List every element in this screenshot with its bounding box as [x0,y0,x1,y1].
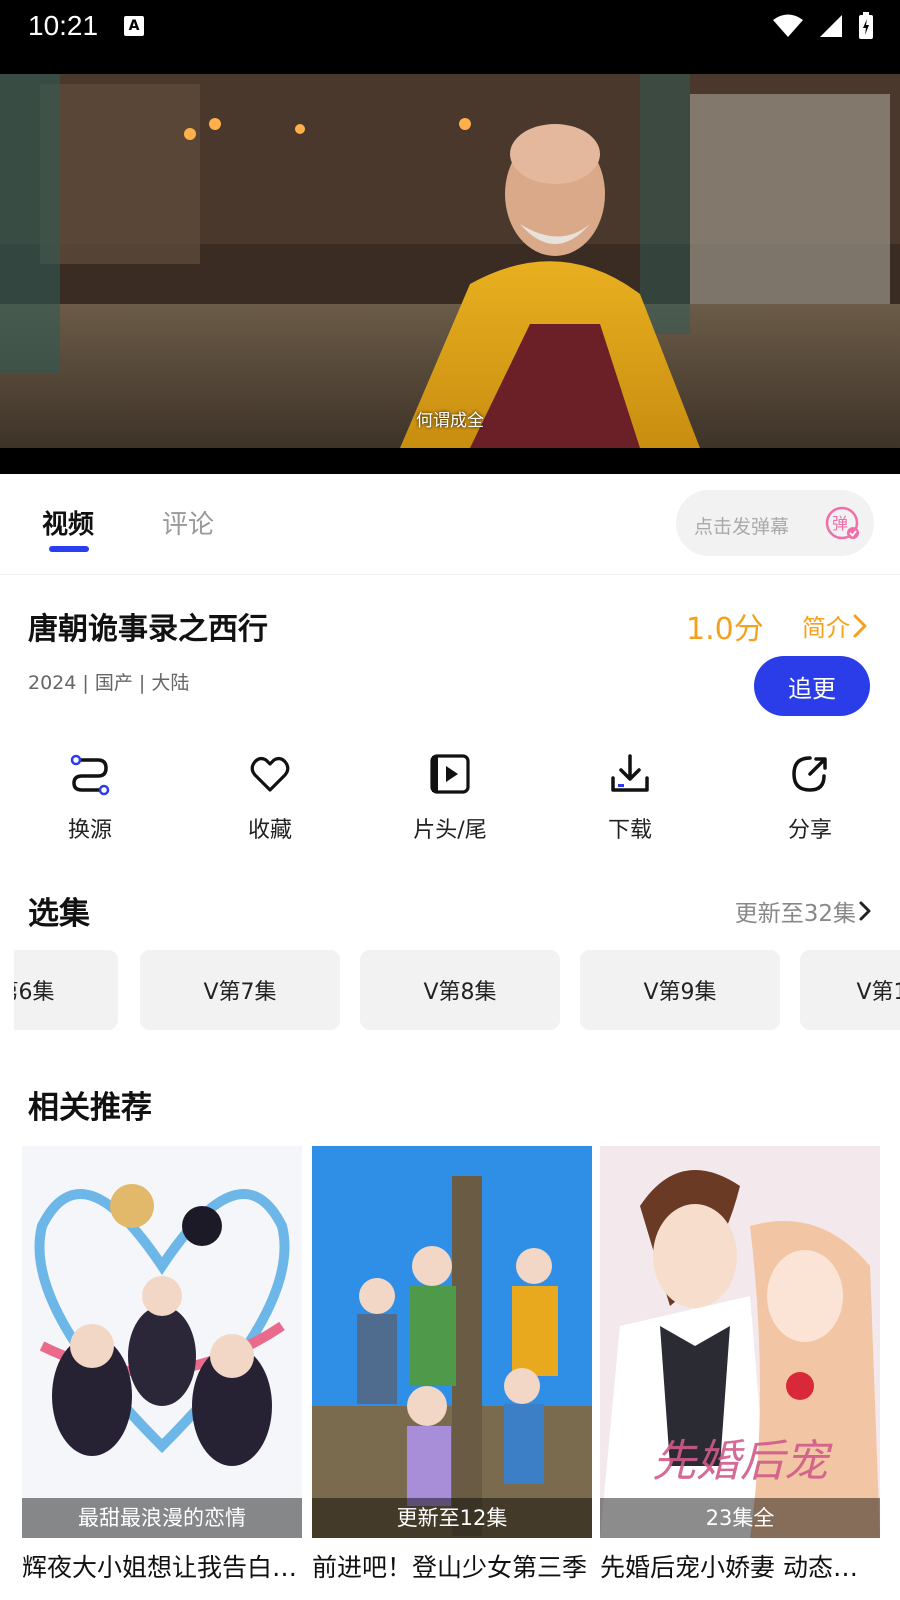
status-bar: 10:21 A [0,0,900,74]
episode-item[interactable]: V第6集 [14,950,118,1030]
danmu-input[interactable]: 点击发弹幕 弹 [676,490,874,556]
show-title: 唐朝诡事录之西行 [28,612,268,647]
follow-button[interactable]: 追更 [754,656,870,716]
switch-source-icon [70,754,110,796]
recommend-badge: 最甜最浪漫的恋情 [22,1498,302,1538]
poster-image [22,1146,302,1538]
episode-label: V第6集 [14,980,55,1005]
episode-item[interactable]: V第9集 [580,950,780,1030]
download-icon [611,754,649,792]
episode-label: V第10集 [856,980,900,1005]
share-icon [792,756,827,792]
episode-list[interactable]: V第6集 V第7集 V第8集 V第9集 V第10集 [14,950,900,1032]
episode-label: V第7集 [203,980,277,1005]
recommend-poster: 最甜最浪漫的恋情 [22,1146,302,1538]
tab-video[interactable]: 视频 [42,504,94,541]
detail-tabs: 视频 评论 点击发弹幕 弹 [0,474,900,575]
episode-label: V第9集 [643,980,717,1005]
action-label: 片头/尾 [413,818,487,843]
danmu-icon-label: 弹 [832,514,848,533]
episodes-update-link[interactable]: 更新至32集 [735,894,874,928]
episode-item[interactable]: V第8集 [360,950,560,1030]
episode-label: V第8集 [423,980,497,1005]
action-favorite[interactable]: 收藏 [210,752,330,844]
show-score: 1.0分 [686,612,764,647]
recommend-poster: 更新至12集 [312,1146,592,1538]
heart-icon [250,756,290,792]
episode-item[interactable]: V第7集 [140,950,340,1030]
action-skip-intro[interactable]: 片头/尾 [390,752,510,844]
recommend-item-title: 先婚后宠小娇妻 动态漫画 [600,1553,880,1582]
recommend-badge: 23集全 [600,1498,880,1538]
poster-image: 先婚后宠 [600,1146,880,1538]
action-label: 收藏 [247,818,292,843]
signal-icon [820,15,842,37]
action-label: 下载 [607,818,652,843]
intro-label: 简介 [802,614,850,642]
follow-label: 追更 [788,674,836,703]
poster-image [312,1146,592,1538]
danmu-placeholder: 点击发弹幕 [694,516,790,538]
play-skip-icon [430,754,470,794]
video-player[interactable]: 何谓成全 [0,74,900,474]
tab-comment[interactable]: 评论 [162,504,214,541]
chevron-right-icon [859,901,871,921]
recommend-item-title: 辉夜大小姐想让我告白～天才们的恋爱头脑战～ [22,1553,302,1582]
battery-icon [859,12,873,39]
status-icons [772,12,874,40]
episodes-update-text: 更新至32集 [734,901,856,927]
recommend-badge: 更新至12集 [312,1498,592,1538]
video-scene-image [0,74,900,448]
status-time: 10:21 [28,10,99,41]
video-subtitle: 何谓成全 [416,411,484,431]
tab-active-indicator [49,546,89,552]
recommend-card[interactable]: 先婚后宠 23集全 先婚后宠小娇妻 动态漫画 [600,1146,880,1584]
action-label: 分享 [787,818,832,843]
action-download[interactable]: 下载 [570,752,690,844]
action-share[interactable]: 分享 [750,752,870,844]
recommend-card[interactable]: 最甜最浪漫的恋情 辉夜大小姐想让我告白～天才们的恋爱头脑战～ [22,1146,302,1584]
recommend-item-title: 前进吧！登山少女第三季 [312,1553,588,1582]
danmu-icon[interactable]: 弹 [824,505,860,541]
sim-icon: A [124,16,144,36]
show-meta: 2024 | 国产 | 大陆 [28,672,190,694]
episodes-title: 选集 [28,896,90,932]
svg-text:先婚后宠: 先婚后宠 [652,1436,833,1487]
action-bar: 换源 收藏 片头/尾 下载 分享 [0,752,900,852]
recommend-title: 相关推荐 [28,1090,152,1126]
wifi-icon [773,14,803,37]
action-label: 换源 [67,818,112,843]
episode-item[interactable]: V第10集 [800,950,900,1030]
recommend-card[interactable]: 更新至12集 前进吧！登山少女第三季 [312,1146,592,1584]
intro-link[interactable]: 简介 [802,608,870,643]
video-frame [0,74,900,448]
action-switch-source[interactable]: 换源 [30,752,150,844]
recommend-poster: 先婚后宠 23集全 [600,1146,880,1538]
chevron-right-icon [853,614,867,637]
